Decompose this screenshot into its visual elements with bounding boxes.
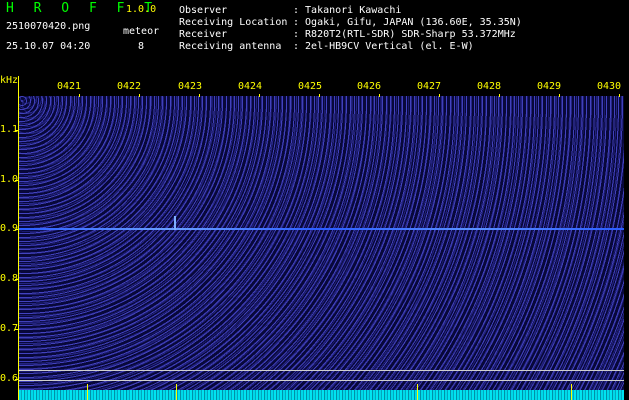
frequency-tick	[15, 279, 18, 280]
observer-label: Observer	[179, 5, 228, 16]
meteor-echo-mark	[174, 216, 176, 230]
time-tick	[499, 94, 500, 97]
location-value: : Ogaki, Gifu, JAPAN (136.60E, 35.35N)	[293, 17, 522, 28]
spectrogram-panel: kHz 0421 0422 0423 0424 0425 0426 0427 0…	[0, 75, 629, 400]
time-label: 0429	[537, 81, 562, 92]
frequency-tick	[15, 229, 18, 230]
receiver-label: Receiver	[179, 29, 228, 40]
time-label: 0427	[417, 81, 442, 92]
time-label: 0422	[117, 81, 142, 92]
antenna-value: : 2el-HB9CV Vertical (el. E-W)	[293, 41, 474, 52]
time-tick	[79, 94, 80, 97]
time-label: 0421	[57, 81, 82, 92]
time-tick	[139, 94, 140, 97]
reference-line	[19, 380, 624, 381]
noise-level-band	[19, 390, 624, 400]
meteor-label: meteor	[123, 26, 160, 37]
meteor-count: 8	[138, 41, 145, 52]
band-marker	[87, 384, 88, 400]
frequency-tick	[15, 329, 18, 330]
time-label: 0424	[238, 81, 263, 92]
frequency-tick	[15, 180, 18, 181]
antenna-label: Receiving antenna	[179, 41, 282, 52]
app-version: 1.0.0	[126, 4, 157, 15]
frequency-tick	[15, 379, 18, 380]
time-tick	[259, 94, 260, 97]
band-marker	[176, 384, 177, 400]
time-label: 0423	[178, 81, 203, 92]
reference-line	[19, 370, 624, 371]
time-tick	[379, 94, 380, 97]
band-marker	[417, 384, 418, 400]
time-label: 0425	[298, 81, 323, 92]
band-marker	[571, 384, 572, 400]
time-label: 0430	[597, 81, 622, 92]
observer-value: : Takanori Kawachi	[293, 5, 402, 16]
carrier-signal-line	[19, 228, 624, 230]
time-tick	[559, 94, 560, 97]
frequency-tick	[15, 130, 18, 131]
spectrogram-plot	[19, 96, 624, 400]
capture-datetime: 25.10.07 04:20	[6, 41, 91, 52]
time-tick	[199, 94, 200, 97]
frequency-unit-label: kHz	[0, 75, 19, 86]
header-panel: H R O F F T 1.0.0 2510070420.png meteor …	[0, 0, 629, 76]
time-label: 0426	[357, 81, 382, 92]
time-tick	[439, 94, 440, 97]
time-label: 0428	[477, 81, 502, 92]
file-name: 2510070420.png	[6, 21, 91, 32]
location-label: Receiving Location	[179, 17, 288, 28]
time-tick	[619, 94, 620, 97]
time-tick	[319, 94, 320, 97]
receiver-value: : R820T2(RTL-SDR) SDR-Sharp 53.372MHz	[293, 29, 516, 40]
